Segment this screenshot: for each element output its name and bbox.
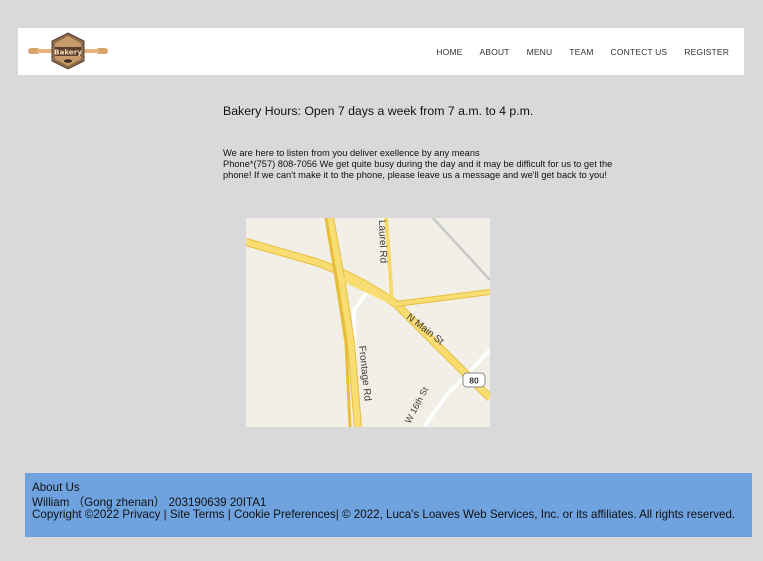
- rights-text: | © 2022, Luca's Loaves Web Services, In…: [335, 508, 736, 521]
- footer-about-link[interactable]: About Us: [32, 481, 80, 494]
- footer-copyright-line: Copyright ©2022 Privacy | Site Terms | C…: [32, 508, 735, 521]
- location-map[interactable]: Laurel Rd N Main St Frontage Rd W 16th S…: [246, 218, 490, 427]
- site-terms-link[interactable]: Site Terms: [170, 508, 225, 521]
- nav-about[interactable]: ABOUT: [479, 47, 509, 57]
- bakery-logo[interactable]: Bakery: [27, 32, 109, 70]
- footer: About Us William （Gong zhenan） 203190639…: [25, 473, 752, 537]
- main-nav: HOME ABOUT MENU TEAM CONTECT US REGISTER: [419, 28, 729, 75]
- nav-team[interactable]: TEAM: [569, 47, 593, 57]
- map-label-laurel: Laurel Rd: [376, 220, 389, 264]
- contact-info: We are here to listen from you deliver e…: [223, 148, 613, 182]
- about-us-link[interactable]: About Us: [32, 481, 80, 494]
- footer-separator: |: [163, 508, 167, 521]
- logo-text: Bakery: [54, 48, 82, 57]
- nav-menu[interactable]: MENU: [527, 47, 553, 57]
- copyright-text: Copyright ©2022: [32, 508, 120, 521]
- map-canvas: Laurel Rd N Main St Frontage Rd W 16th S…: [246, 218, 490, 427]
- listen-intro: We are here to listen from you deliver e…: [223, 148, 480, 158]
- nav-contact-us[interactable]: CONTECT US: [611, 47, 668, 57]
- phone-message: Phone*(757) 808-7056 We get quite busy d…: [223, 159, 613, 181]
- top-navbar: Bakery HOME ABOUT MENU TEAM CONTECT US R…: [18, 28, 744, 75]
- map-label-route: 80: [469, 376, 479, 386]
- cookie-preferences-link[interactable]: Cookie Preferences: [234, 508, 336, 521]
- nav-register[interactable]: REGISTER: [684, 47, 729, 57]
- nav-home[interactable]: HOME: [436, 47, 462, 57]
- bakery-hours: Bakery Hours: Open 7 days a week from 7 …: [223, 104, 534, 118]
- footer-separator: |: [227, 508, 231, 521]
- privacy-link[interactable]: Privacy: [122, 508, 160, 521]
